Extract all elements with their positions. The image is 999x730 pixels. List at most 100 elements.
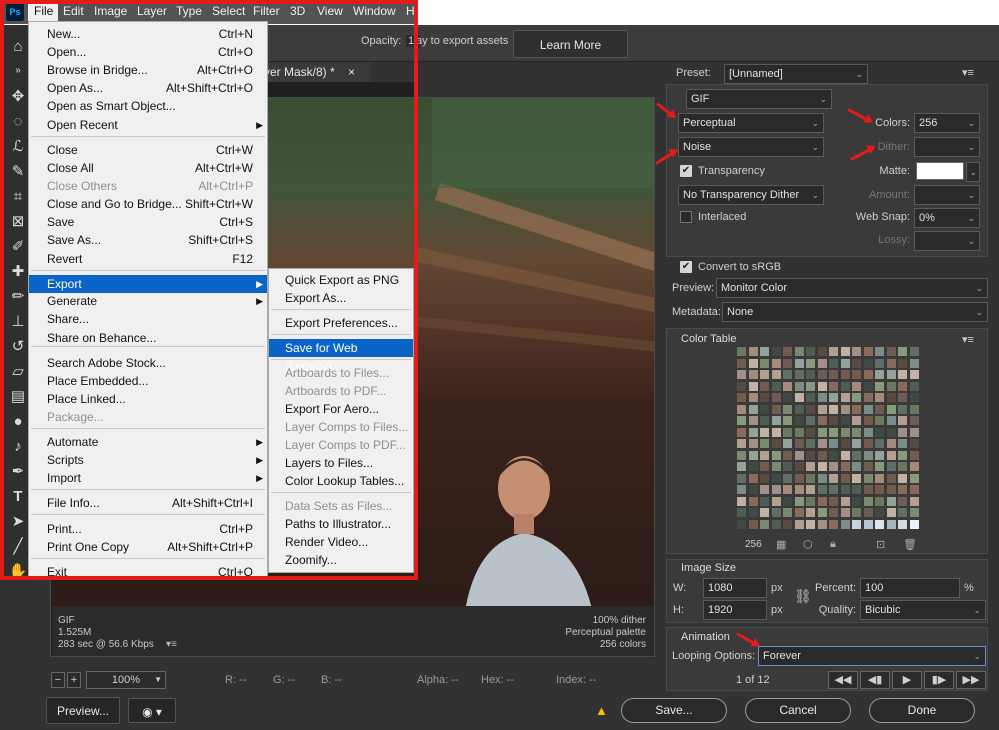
color-swatch[interactable]	[748, 485, 758, 494]
color-swatch[interactable]	[852, 404, 861, 414]
color-swatch[interactable]	[875, 450, 884, 460]
quality-select[interactable]: Bicubic ⌄	[860, 600, 986, 620]
map-to-transparent-icon[interactable]: ▦	[776, 538, 786, 551]
color-swatch[interactable]	[817, 393, 827, 402]
color-swatch[interactable]	[898, 404, 907, 414]
color-swatch[interactable]	[806, 450, 815, 460]
color-swatch[interactable]	[829, 496, 838, 506]
color-swatch[interactable]	[840, 404, 850, 414]
color-swatch[interactable]	[886, 485, 896, 494]
color-swatch[interactable]	[886, 393, 896, 402]
zoom-select[interactable]: 100% ▼	[86, 671, 166, 689]
color-swatch[interactable]	[875, 393, 884, 402]
color-swatch[interactable]	[863, 439, 873, 448]
color-swatch[interactable]	[783, 508, 792, 517]
color-swatch[interactable]	[886, 439, 896, 448]
color-swatch[interactable]	[886, 473, 896, 483]
looping-select[interactable]: Forever ⌄	[758, 646, 986, 666]
color-swatch[interactable]	[852, 347, 861, 356]
color-swatch[interactable]	[840, 439, 850, 448]
color-swatch[interactable]	[806, 496, 815, 506]
lossy-field[interactable]: ⌄	[914, 231, 980, 251]
color-swatch[interactable]	[806, 427, 815, 437]
color-swatch[interactable]	[794, 416, 804, 425]
color-swatch[interactable]	[909, 473, 919, 483]
color-swatch[interactable]	[817, 473, 827, 483]
color-swatch[interactable]	[771, 496, 781, 506]
color-swatch[interactable]	[909, 508, 919, 517]
color-swatch[interactable]	[794, 508, 804, 517]
color-swatch[interactable]	[909, 450, 919, 460]
matte-color-swatch[interactable]	[916, 162, 964, 180]
color-swatch[interactable]	[875, 370, 884, 379]
preview-browser-select[interactable]: ◉ ▾	[128, 698, 176, 723]
percent-field[interactable]: 100	[860, 578, 960, 598]
width-field[interactable]: 1080	[703, 578, 767, 598]
color-swatch[interactable]	[760, 496, 769, 506]
color-swatch[interactable]	[737, 393, 746, 402]
color-swatch[interactable]	[829, 381, 838, 391]
color-swatch[interactable]	[783, 358, 792, 368]
color-swatch[interactable]	[817, 404, 827, 414]
color-swatch[interactable]	[909, 381, 919, 391]
color-swatch[interactable]	[840, 462, 850, 471]
color-swatch[interactable]	[771, 381, 781, 391]
color-swatch[interactable]	[898, 496, 907, 506]
color-swatch[interactable]	[771, 370, 781, 379]
delete-color-icon[interactable]: 🗑︎	[903, 538, 917, 551]
color-swatch[interactable]	[829, 462, 838, 471]
color-swatch[interactable]	[875, 508, 884, 517]
zoom-in-button[interactable]: +	[67, 672, 81, 688]
color-swatch[interactable]	[806, 519, 815, 529]
color-swatch[interactable]	[898, 508, 907, 517]
color-swatch[interactable]	[829, 404, 838, 414]
color-swatch[interactable]	[748, 416, 758, 425]
color-swatch[interactable]	[875, 462, 884, 471]
color-swatch[interactable]	[771, 450, 781, 460]
color-swatch[interactable]	[909, 404, 919, 414]
color-swatch[interactable]	[840, 393, 850, 402]
first-frame-button[interactable]: ◀◀	[828, 671, 858, 689]
color-swatch[interactable]	[852, 358, 861, 368]
color-swatch[interactable]	[771, 427, 781, 437]
color-swatch[interactable]	[875, 427, 884, 437]
color-swatch[interactable]	[794, 485, 804, 494]
color-swatch[interactable]	[760, 416, 769, 425]
color-swatch[interactable]	[829, 473, 838, 483]
color-swatch[interactable]	[794, 347, 804, 356]
color-swatch[interactable]	[783, 496, 792, 506]
color-swatch[interactable]	[829, 508, 838, 517]
color-swatch[interactable]	[748, 519, 758, 529]
color-swatch[interactable]	[863, 450, 873, 460]
color-swatch[interactable]	[760, 427, 769, 437]
color-swatch[interactable]	[909, 416, 919, 425]
color-swatch[interactable]	[852, 439, 861, 448]
color-swatch[interactable]	[771, 347, 781, 356]
color-swatch[interactable]	[806, 404, 815, 414]
color-swatch[interactable]	[875, 496, 884, 506]
color-swatch[interactable]	[737, 347, 746, 356]
color-swatch[interactable]	[909, 439, 919, 448]
color-swatch[interactable]	[875, 358, 884, 368]
color-swatch[interactable]	[794, 404, 804, 414]
color-swatch[interactable]	[748, 358, 758, 368]
color-swatch[interactable]	[863, 404, 873, 414]
color-swatch[interactable]	[806, 358, 815, 368]
color-swatch[interactable]	[737, 416, 746, 425]
colors-select[interactable]: 256 ⌄	[914, 113, 980, 133]
color-swatch[interactable]	[829, 485, 838, 494]
color-swatch[interactable]	[840, 427, 850, 437]
color-swatch[interactable]	[794, 519, 804, 529]
color-swatch[interactable]	[829, 519, 838, 529]
color-swatch[interactable]	[863, 427, 873, 437]
preview-button[interactable]: Preview...	[46, 697, 120, 724]
color-swatch[interactable]	[817, 508, 827, 517]
color-swatch[interactable]	[875, 347, 884, 356]
new-color-icon[interactable]: ⊡	[876, 538, 885, 551]
zoom-out-button[interactable]: −	[51, 672, 65, 688]
color-swatch[interactable]	[909, 485, 919, 494]
last-frame-button[interactable]: ▶▶	[956, 671, 986, 689]
transparency-dither-select[interactable]: No Transparency Dither ⌄	[678, 185, 824, 205]
color-swatch[interactable]	[783, 370, 792, 379]
color-swatch[interactable]	[886, 496, 896, 506]
